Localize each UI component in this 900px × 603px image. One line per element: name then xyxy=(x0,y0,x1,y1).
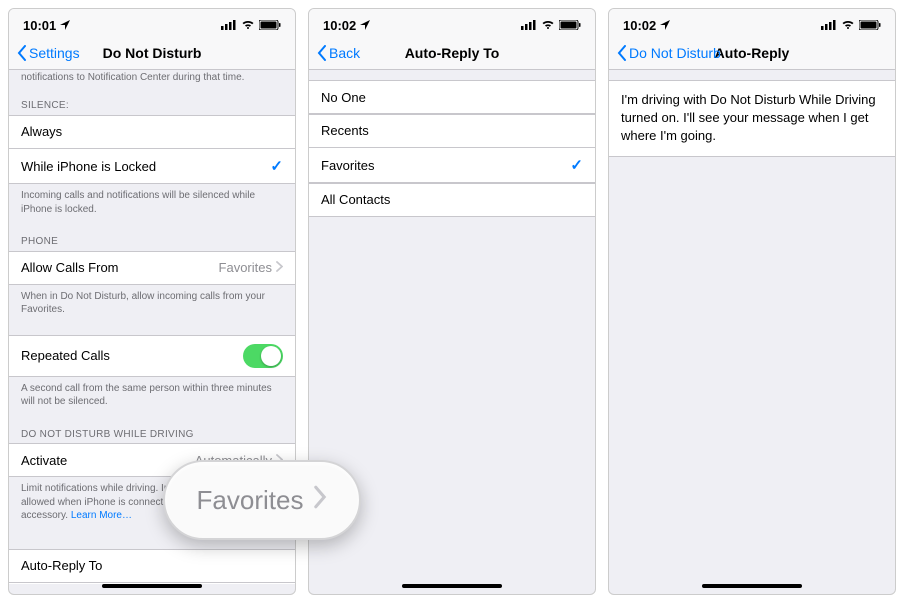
section-header-driving: DO NOT DISTURB WHILE DRIVING xyxy=(9,417,295,444)
truncated-footer: notifications to Notification Center dur… xyxy=(9,70,295,88)
home-indicator[interactable] xyxy=(702,584,802,588)
section-footer: A second call from the same person withi… xyxy=(9,377,295,417)
status-bar: 10:02 xyxy=(609,9,895,37)
signal-icon xyxy=(221,20,237,30)
check-icon: ✓ xyxy=(270,157,283,175)
row-repeated-calls[interactable]: Repeated Calls xyxy=(9,335,295,377)
auto-reply-message-input[interactable]: I'm driving with Do Not Disturb While Dr… xyxy=(609,80,895,157)
status-time: 10:01 xyxy=(23,18,56,33)
row-label: Always xyxy=(21,124,62,139)
option-row[interactable]: Recents xyxy=(309,114,595,148)
content-scroll[interactable]: I'm driving with Do Not Disturb While Dr… xyxy=(609,70,895,584)
row-allow-calls[interactable]: Allow Calls From Favorites xyxy=(9,251,295,285)
row-label: Repeated Calls xyxy=(21,348,110,363)
wifi-icon xyxy=(241,20,255,30)
learn-more-link[interactable]: Learn More… xyxy=(71,510,132,521)
phone-auto-reply: 10:02 Do Not Disturb Auto-Reply I'm driv… xyxy=(608,8,896,595)
row-silence-always[interactable]: Always xyxy=(9,115,295,149)
section-footer: Incoming calls and notifications will be… xyxy=(9,184,295,224)
battery-icon xyxy=(259,20,281,30)
status-bar: 10:02 xyxy=(309,9,595,37)
row-auto-reply-to[interactable]: Auto-Reply To xyxy=(9,549,295,583)
back-label: Back xyxy=(329,45,360,61)
status-time: 10:02 xyxy=(323,18,356,33)
row-label: Auto-Reply To xyxy=(21,558,102,573)
row-label: Allow Calls From xyxy=(21,260,119,275)
back-label: Do Not Disturb xyxy=(629,45,721,61)
row-label: Activate xyxy=(21,453,67,468)
location-icon xyxy=(660,18,670,33)
home-indicator[interactable] xyxy=(402,584,502,588)
option-row[interactable]: No One xyxy=(309,80,595,114)
signal-icon xyxy=(521,20,537,30)
option-label: All Contacts xyxy=(321,192,390,207)
nav-bar: Settings Do Not Disturb xyxy=(9,37,295,70)
wifi-icon xyxy=(841,20,855,30)
check-icon: ✓ xyxy=(570,156,583,174)
battery-icon xyxy=(559,20,581,30)
wifi-icon xyxy=(541,20,555,30)
option-row[interactable]: Favorites ✓ xyxy=(309,147,595,183)
home-indicator[interactable] xyxy=(102,584,202,588)
section-footer: When in Do Not Disturb, allow incoming c… xyxy=(9,285,295,325)
status-bar: 10:01 xyxy=(9,9,295,37)
magnify-text: Favorites xyxy=(197,485,304,516)
option-row[interactable]: All Contacts xyxy=(309,183,595,217)
nav-bar: Back Auto-Reply To xyxy=(309,37,595,70)
row-silence-locked[interactable]: While iPhone is Locked ✓ xyxy=(9,148,295,184)
chevron-right-icon xyxy=(276,260,283,275)
nav-bar: Do Not Disturb Auto-Reply xyxy=(609,37,895,70)
chevron-right-icon xyxy=(313,483,327,517)
back-label: Settings xyxy=(29,45,80,61)
magnify-callout: Favorites xyxy=(163,460,361,540)
option-label: Recents xyxy=(321,123,369,138)
option-label: No One xyxy=(321,90,366,105)
section-header-phone: PHONE xyxy=(9,224,295,251)
back-button[interactable]: Do Not Disturb xyxy=(617,45,721,61)
location-icon xyxy=(360,18,370,33)
row-label: While iPhone is Locked xyxy=(21,159,156,174)
location-icon xyxy=(60,18,70,33)
back-button[interactable]: Back xyxy=(317,45,360,61)
option-label: Favorites xyxy=(321,158,374,173)
section-header-silence: SILENCE: xyxy=(9,88,295,115)
switch-repeated-calls[interactable] xyxy=(243,344,283,368)
row-value: Favorites xyxy=(219,260,272,275)
battery-icon xyxy=(859,20,881,30)
status-time: 10:02 xyxy=(623,18,656,33)
back-button[interactable]: Settings xyxy=(17,45,80,61)
signal-icon xyxy=(821,20,837,30)
